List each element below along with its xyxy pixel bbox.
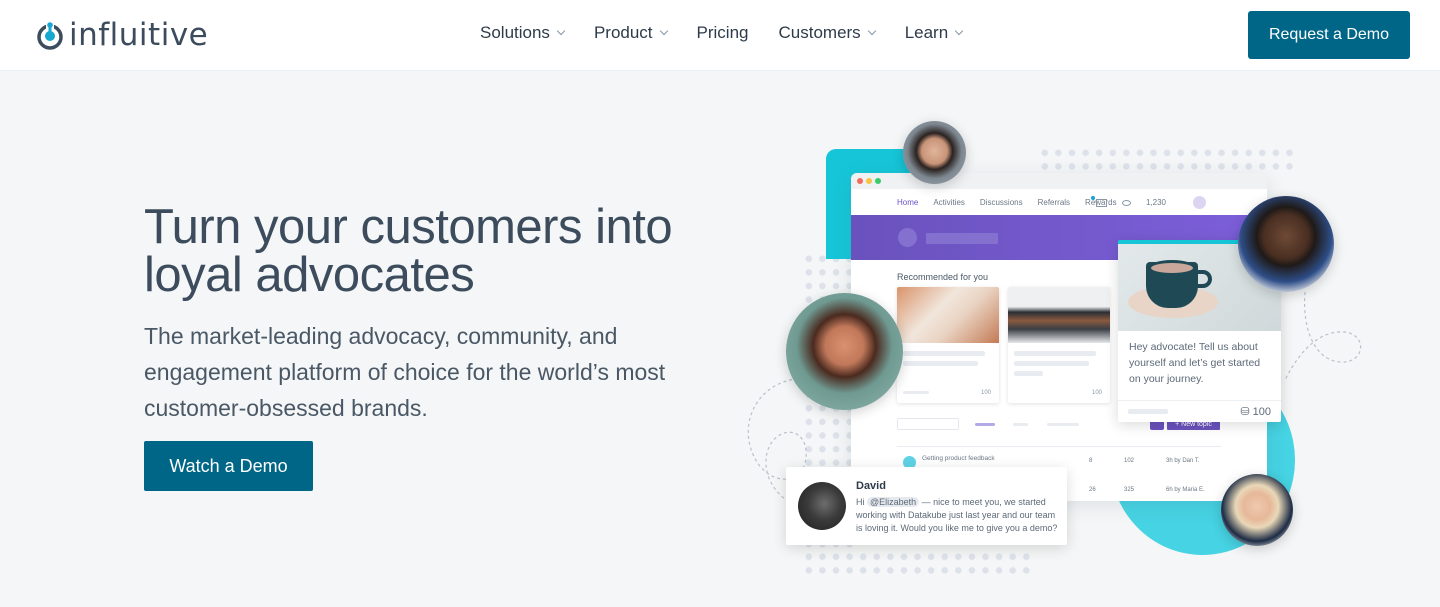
nav-pricing[interactable]: Pricing xyxy=(697,23,749,43)
advocate-avatar-man-top xyxy=(903,121,966,184)
recommended-card: 100 xyxy=(897,287,999,403)
mention-tag: @Elizabeth xyxy=(867,497,920,507)
david-avatar xyxy=(798,482,846,530)
chevron-down-icon xyxy=(867,26,876,36)
hero-title: Turn your customers into loyal advocates xyxy=(144,200,673,302)
dashed-loop-decoration xyxy=(1284,291,1362,381)
text-placeholder xyxy=(903,351,985,356)
hero-subtitle: The market-leading advocacy, community, … xyxy=(144,323,666,421)
text-placeholder xyxy=(903,391,929,394)
app-nav-home: Home xyxy=(897,197,919,207)
divider xyxy=(897,446,1221,447)
text-placeholder xyxy=(903,361,978,366)
coffee-shape xyxy=(1148,260,1196,276)
cup-handle-shape xyxy=(1196,270,1212,288)
challenge-text: Hey advocate! Tell us about yourself and… xyxy=(1129,341,1261,385)
tab-placeholder xyxy=(1013,423,1028,426)
request-demo-button[interactable]: Request a Demo xyxy=(1248,11,1410,59)
nav-label: Pricing xyxy=(696,23,749,42)
challenge-points: ⛁ 100 xyxy=(1240,406,1271,418)
card-points: 100 xyxy=(980,390,991,396)
text-placeholder xyxy=(1014,361,1089,366)
filter-dropdown xyxy=(897,418,959,430)
discussion-replies: 26 xyxy=(1089,487,1096,493)
chat-message-text: Hi @Elizabeth — nice to meet you, we sta… xyxy=(856,496,1061,535)
tab-placeholder xyxy=(1047,423,1079,426)
advocate-avatar-man-right xyxy=(1238,196,1334,292)
logo-text: influitive xyxy=(69,17,209,53)
hero-illustration: Home Activities Discussions Referrals Re… xyxy=(720,100,1440,600)
app-nav-discussions: Discussions xyxy=(979,197,1023,207)
banner-name-placeholder xyxy=(926,233,998,244)
card-image xyxy=(897,287,999,343)
points-count: 1,230 xyxy=(1145,198,1166,207)
influitive-logo-icon xyxy=(37,22,63,50)
nav-product[interactable]: Product xyxy=(593,23,668,43)
challenge-footer: ⛁ 100 xyxy=(1118,400,1281,422)
main-nav: Solutions Product Pricing Customers Lear… xyxy=(480,23,992,43)
text-placeholder xyxy=(1014,371,1043,376)
card-points: 100 xyxy=(1091,390,1102,396)
discussion-last-post: 6h by Maria E. xyxy=(1166,487,1205,493)
points-value: 100 xyxy=(1252,406,1271,418)
app-nav: Home Activities Discussions Referrals Re… xyxy=(851,189,1267,215)
dot-pattern xyxy=(802,550,1034,578)
chevron-down-icon xyxy=(954,26,964,36)
discussion-views: 325 xyxy=(1124,487,1135,493)
mail-icon xyxy=(1090,195,1107,207)
text-placeholder xyxy=(1128,409,1168,414)
nav-label: Solutions xyxy=(480,23,550,42)
watch-demo-button[interactable]: Watch a Demo xyxy=(144,441,313,491)
dot-pattern xyxy=(1038,146,1298,174)
discussion-last-post: 3h by Dan T. xyxy=(1166,458,1200,464)
advocate-avatar-woman-bottom xyxy=(1221,474,1293,546)
chevron-down-icon xyxy=(556,26,566,36)
maximize-dot-icon xyxy=(875,178,881,184)
app-nav-activities: Activities xyxy=(933,197,965,207)
notification-dot xyxy=(1090,195,1095,200)
chat-sender-name: David xyxy=(856,480,886,492)
discussion-replies: 8 xyxy=(1089,458,1093,464)
app-nav-right: 1,230 xyxy=(1090,195,1221,209)
text-placeholder xyxy=(1014,351,1096,356)
chevron-down-icon xyxy=(659,26,668,36)
app-nav-referrals: Referrals xyxy=(1037,197,1071,207)
user-avatar-icon xyxy=(1193,196,1206,209)
advocate-avatar-woman-left xyxy=(786,293,903,410)
nav-learn[interactable]: Learn xyxy=(904,23,964,43)
tab-placeholder xyxy=(975,423,995,426)
nav-label: Product xyxy=(593,23,653,42)
msg-start: Hi xyxy=(856,497,867,507)
site-header: influitive Solutions Product Pricing Cus… xyxy=(0,0,1440,71)
nav-label: Customers xyxy=(778,23,861,42)
minimize-dot-icon xyxy=(866,178,872,184)
chat-message-card: David Hi @Elizabeth — nice to meet you, … xyxy=(786,467,1067,545)
discussion-title: Getting product feedback xyxy=(922,455,995,462)
nav-customers[interactable]: Customers xyxy=(778,23,876,43)
nav-solutions[interactable]: Solutions xyxy=(480,23,566,43)
coins-icon xyxy=(1121,199,1131,206)
banner-avatar-placeholder xyxy=(898,228,917,247)
close-dot-icon xyxy=(857,178,863,184)
nav-label: Learn xyxy=(904,23,949,42)
discussion-views: 102 xyxy=(1124,458,1135,464)
recommended-title: Recommended for you xyxy=(897,272,989,282)
recommended-card: 100 xyxy=(1008,287,1110,403)
logo[interactable]: influitive xyxy=(36,17,209,53)
card-image xyxy=(1008,287,1110,343)
